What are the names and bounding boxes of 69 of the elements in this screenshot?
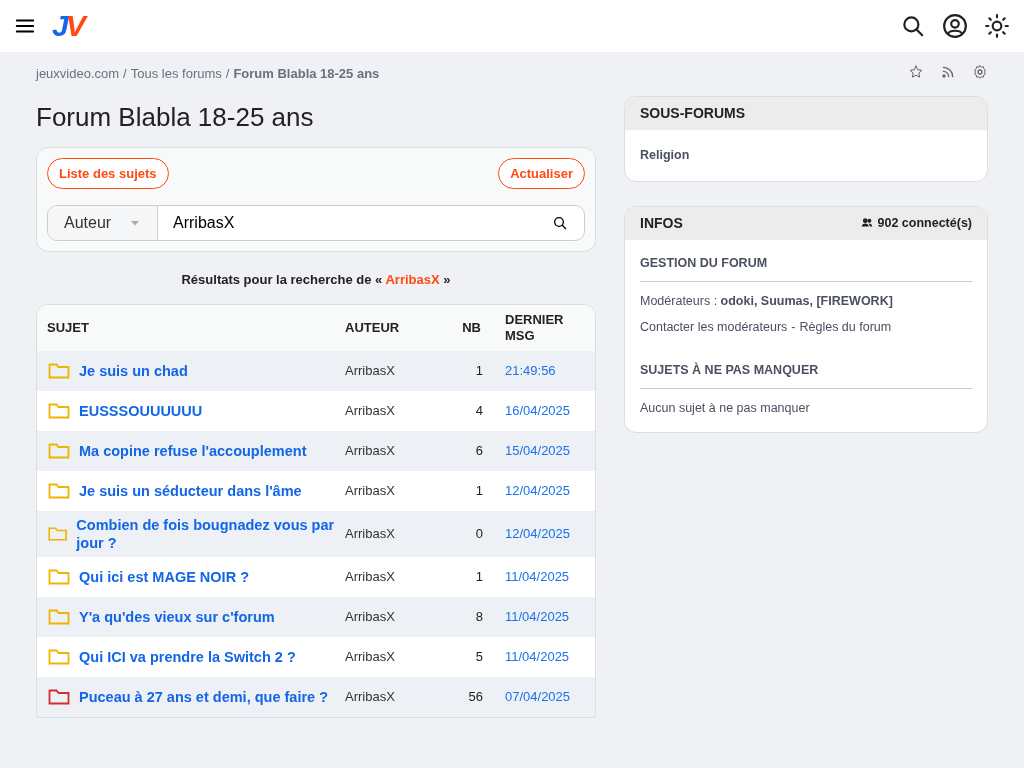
link-separator: - bbox=[791, 319, 796, 337]
author-cell-text: ArribasX bbox=[345, 401, 396, 420]
topic-link[interactable]: Qui ICI va prendre la Switch 2 ? bbox=[79, 647, 296, 666]
topic-link[interactable]: Ma copine refuse l'accouplement bbox=[79, 441, 307, 460]
count-cell-text: 1 bbox=[474, 361, 484, 380]
search-type-select[interactable]: Auteur bbox=[48, 206, 158, 241]
card-header: SOUS-FORUMS bbox=[625, 97, 987, 130]
topic-link[interactable]: Combien de fois bougnadez vous par jour ? bbox=[76, 515, 345, 552]
sun-icon[interactable] bbox=[984, 13, 1010, 39]
section-heading: SUJETS À NE PAS MANQUER bbox=[640, 361, 972, 389]
subforum-link[interactable]: Religion bbox=[640, 146, 972, 165]
count-cell-text: 8 bbox=[474, 608, 484, 627]
breadcrumb-separator: / bbox=[225, 65, 230, 83]
topic-link[interactable]: EUSSSOUUUUUU bbox=[79, 401, 203, 420]
card-header-title: INFOS bbox=[640, 213, 683, 233]
search-icon[interactable] bbox=[552, 215, 568, 232]
section-heading: GESTION DU FORUM bbox=[640, 253, 972, 282]
breadcrumb-link[interactable]: Tous les forums bbox=[130, 64, 222, 84]
column-header: NB bbox=[461, 318, 482, 337]
author-cell-text: ArribasX bbox=[345, 608, 396, 627]
author-cell-text: ArribasX bbox=[345, 648, 396, 667]
column-header: AUTEUR bbox=[345, 318, 401, 337]
author-cell-text: ArribasX bbox=[345, 525, 396, 544]
results-text: Résultats pour la recherche de « ArribasX » bbox=[180, 271, 452, 290]
date-link[interactable]: 12/04/2025 bbox=[505, 526, 571, 542]
count-cell-text: 4 bbox=[474, 401, 484, 420]
pill-button[interactable]: Liste des sujets bbox=[47, 157, 169, 190]
date-link[interactable]: 11/04/2025 bbox=[505, 569, 570, 585]
user-icon[interactable] bbox=[942, 13, 968, 39]
page-title: Forum Blabla 18-25 ans bbox=[36, 101, 315, 133]
date-link[interactable]: 15/04/2025 bbox=[505, 443, 571, 459]
count-cell-text: 0 bbox=[474, 525, 484, 544]
count-cell-text: 56 bbox=[467, 688, 484, 707]
rss-icon[interactable] bbox=[940, 64, 956, 80]
pill-button[interactable]: Actualiser bbox=[498, 157, 585, 190]
count-cell-text: 1 bbox=[474, 481, 484, 500]
date-link[interactable]: 16/04/2025 bbox=[505, 403, 571, 419]
empty-text: Aucun sujet à ne pas manquer bbox=[640, 399, 811, 417]
online-count: 902 connecté(s) bbox=[877, 214, 972, 232]
breadcrumb-link[interactable]: jeuxvideo.com bbox=[36, 64, 120, 84]
author-cell-text: ArribasX bbox=[345, 441, 396, 460]
topic-link[interactable]: Puceau à 27 ans et demi, que faire ? bbox=[79, 687, 328, 706]
date-link[interactable]: 21:49:56 bbox=[505, 363, 556, 379]
count-cell-text: 1 bbox=[474, 568, 484, 587]
topic-link[interactable]: Qui ici est MAGE NOIR ? bbox=[79, 567, 249, 586]
search-bar[interactable]: Auteur ArribasX bbox=[47, 205, 585, 242]
author-cell-text: ArribasX bbox=[345, 688, 396, 707]
topic-link[interactable]: Je suis un chad bbox=[79, 361, 188, 380]
info-link[interactable]: Contacter les modérateurs bbox=[640, 318, 788, 337]
date-link[interactable]: 07/04/2025 bbox=[505, 689, 571, 705]
author-cell-text: ArribasX bbox=[345, 481, 396, 500]
topic-link[interactable]: Y'a qu'des vieux sur c'forum bbox=[79, 607, 275, 626]
count-cell-text: 5 bbox=[474, 648, 484, 667]
breadcrumb-separator: / bbox=[123, 65, 127, 83]
search-icon[interactable] bbox=[900, 13, 926, 39]
date-link[interactable]: 11/04/2025 bbox=[505, 649, 570, 665]
column-header: DERNIER MSG bbox=[505, 312, 565, 344]
author-cell-text: ArribasX bbox=[345, 568, 396, 587]
count-cell-text: 6 bbox=[474, 441, 484, 460]
moderators-text: Modérateurs : odoki, Suumas, [FIREWORK] bbox=[640, 292, 894, 310]
column-header: SUJET bbox=[47, 318, 90, 337]
author-cell-text: ArribasX bbox=[345, 361, 396, 380]
settings-icon[interactable] bbox=[972, 64, 988, 80]
topic-link[interactable]: Je suis un séducteur dans l'âme bbox=[79, 481, 302, 500]
breadcrumb-link[interactable]: Forum Blabla 18-25 ans bbox=[233, 64, 380, 84]
star-icon[interactable] bbox=[908, 64, 924, 80]
info-link[interactable]: Règles du forum bbox=[799, 318, 892, 337]
date-link[interactable]: 11/04/2025 bbox=[505, 609, 570, 625]
date-link[interactable]: 12/04/2025 bbox=[505, 483, 571, 499]
